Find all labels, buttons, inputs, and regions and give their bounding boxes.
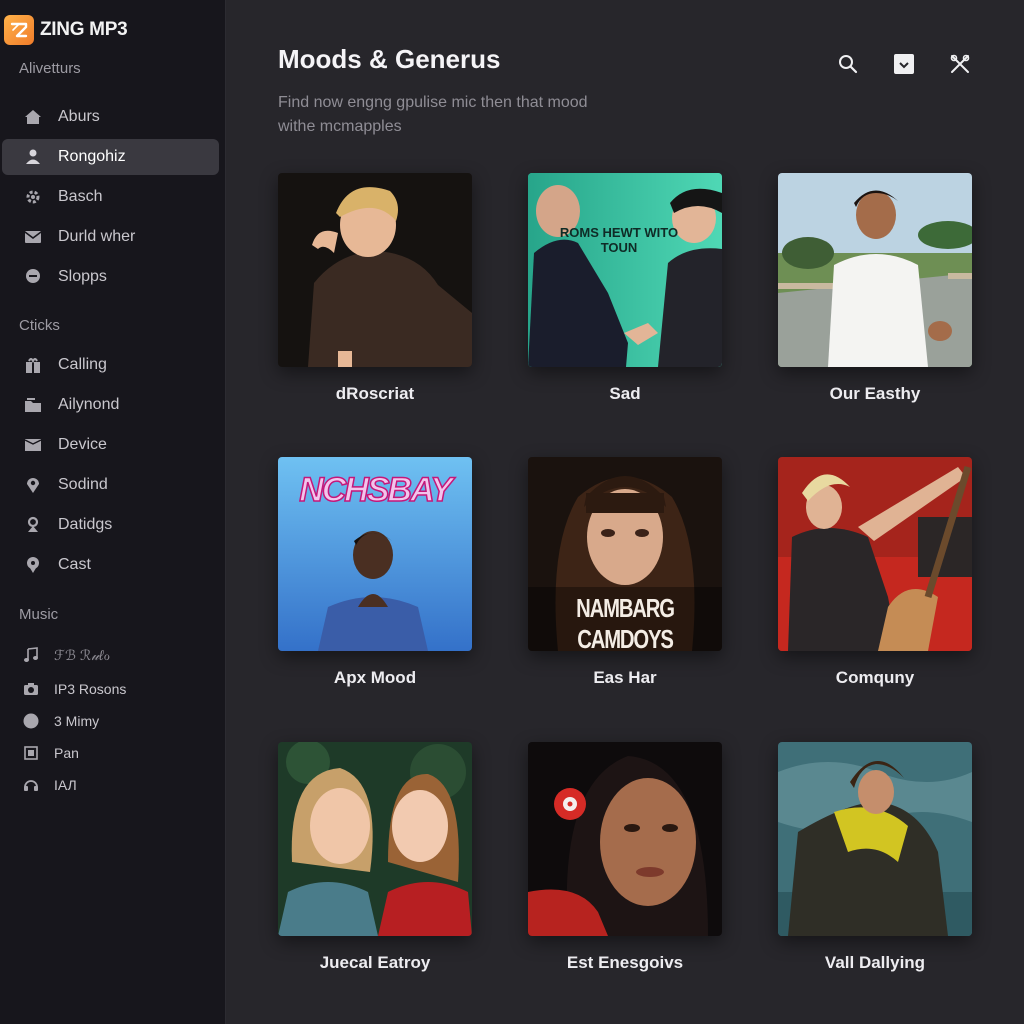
page-title: Moods & Generus	[278, 44, 501, 74]
sidebar-item-label: Basch	[58, 188, 103, 205]
sidebar-item-label: Cast	[58, 556, 91, 573]
card-caption: Comquny	[835, 668, 915, 687]
location-pin-icon	[22, 474, 44, 496]
subtitle-line-2: withe mcmapples	[278, 118, 402, 135]
card-caption: Vall Dallying	[824, 953, 926, 972]
card-artwork	[278, 742, 472, 936]
card-caption: Est Enesgoivs	[566, 953, 684, 972]
card-artwork: ROMS HEWT WITO TOUN	[528, 173, 722, 367]
sidebar-item-ailynond[interactable]: Ailynond	[2, 387, 219, 423]
sidebar-item-music-1[interactable]: ℱℬ ℛ𝓊ℓℴ	[2, 641, 219, 669]
sidebar-item-rongohiz[interactable]: Rongohiz	[2, 139, 219, 175]
sidebar-item-durld-wher[interactable]: Durld wher	[2, 219, 219, 255]
sidebar-item-label: 3 Mimy	[54, 713, 100, 729]
sidebar-item-label: Pan	[54, 745, 79, 761]
chat-icon	[22, 266, 44, 288]
sidebar-item-label: Datidgs	[58, 516, 113, 533]
sidebar-item-label: ІАЛ	[54, 777, 77, 793]
card-artwork	[528, 742, 722, 936]
card-caption: Our Easthy	[829, 384, 921, 403]
sidebar-item-device[interactable]: Device	[2, 427, 219, 463]
card-caption: Eas Har	[593, 668, 657, 687]
card-caption: dRoscriat	[335, 384, 415, 403]
music-note-icon	[22, 646, 40, 664]
sidebar-item-pan[interactable]: Pan	[2, 739, 219, 767]
sidebar-item-aburs[interactable]: Aburs	[2, 99, 219, 135]
card-caption: Juecal Eatroy	[319, 953, 431, 972]
pin-icon	[22, 554, 44, 576]
mood-card[interactable]: ROMS HEWT WITO TOUN Sad	[528, 173, 722, 404]
sidebar-item-datidgs[interactable]: Datidgs	[2, 507, 219, 543]
section-label-2: Cticks	[19, 317, 60, 334]
logo-icon	[4, 15, 34, 45]
user-pin-icon	[22, 514, 44, 536]
inbox-icon	[894, 54, 914, 74]
sidebar-item-label: Device	[58, 436, 107, 453]
mood-card[interactable]: NCHSBAY Apx Mood	[278, 457, 472, 688]
camera-icon	[22, 680, 40, 698]
search-icon	[839, 55, 858, 74]
search-button[interactable]	[834, 50, 862, 78]
sidebar-item-sodind[interactable]: Sodind	[2, 467, 219, 503]
headset-icon	[22, 776, 40, 794]
home-icon	[22, 106, 44, 128]
card-artwork	[778, 742, 972, 936]
card-artwork	[778, 457, 972, 651]
circle-icon	[22, 712, 40, 730]
card-artwork: NCHSBAY	[278, 457, 472, 651]
section-label-1: Alivetturs	[19, 60, 81, 77]
card-artwork	[278, 173, 472, 367]
mood-card[interactable]: Vall Dallying	[778, 742, 972, 973]
gift-icon	[22, 354, 44, 376]
card-artwork	[778, 173, 972, 367]
sidebar-item-label: Rongohiz	[58, 148, 126, 165]
card-art-text: ROMS HEWT WITO TOUN	[559, 225, 679, 255]
sidebar-item-label: Ailynond	[58, 396, 120, 413]
person-icon	[22, 146, 44, 168]
mood-card[interactable]: Comquny	[778, 457, 972, 688]
sidebar-item-cast[interactable]: Cast	[2, 547, 219, 583]
mood-card[interactable]: Est Enesgoivs	[528, 742, 722, 973]
card-caption: Sad	[609, 384, 641, 403]
sidebar-item-ip3-rosons[interactable]: IP3 Rosons	[2, 675, 219, 703]
folder-icon	[22, 394, 44, 416]
sidebar-item-basch[interactable]: Basch	[2, 179, 219, 215]
sidebar-item-label: IP3 Rosons	[54, 681, 127, 697]
sidebar-item-ian[interactable]: ІАЛ	[2, 771, 219, 799]
sidebar-item-3-mimy[interactable]: 3 Mimy	[2, 707, 219, 735]
sidebar-item-calling[interactable]: Calling	[2, 347, 219, 383]
grid-icon	[22, 744, 40, 762]
sidebar-item-slopps[interactable]: Slopрs	[2, 259, 219, 295]
mail-icon	[22, 226, 44, 248]
envelope-icon	[22, 434, 44, 456]
gear-icon	[22, 186, 44, 208]
sidebar: ZING MP3 Alivetturs Aburs Rongohiz Basch…	[0, 0, 226, 1024]
sidebar-item-label: Durld wher	[58, 228, 136, 245]
mood-card[interactable]: Our Easthy	[778, 173, 972, 404]
subtitle-line-1: Find now engng gpulise mic then that moo…	[278, 94, 588, 111]
sidebar-item-label: Sodind	[58, 476, 108, 493]
app-logo[interactable]: ZING MP3	[4, 14, 128, 46]
app-name: ZING MP3	[40, 19, 128, 40]
card-artwork: NAMBARG CAMDOYS	[528, 457, 722, 651]
card-art-text: NCHSBAY	[298, 470, 453, 510]
tools-button[interactable]	[946, 50, 974, 78]
inbox-button[interactable]	[890, 50, 918, 78]
sidebar-item-label: Calling	[58, 356, 107, 373]
sidebar-item-label: ℱℬ ℛ𝓊ℓℴ	[54, 646, 110, 663]
card-caption: Apx Mood	[333, 668, 417, 687]
mood-card[interactable]: NAMBARG CAMDOYS Eas Har	[528, 457, 722, 688]
card-art-text: NAMBARG CAMDOYS	[576, 593, 675, 651]
section-label-3: Music	[19, 606, 59, 623]
sidebar-item-label: Slopрs	[58, 268, 107, 285]
mood-card[interactable]: dRoscriat	[278, 173, 472, 404]
sidebar-item-label: Aburs	[58, 108, 100, 125]
tools-icon	[950, 54, 970, 73]
mood-card[interactable]: Juecal Eatroy	[278, 742, 472, 973]
page-subtitle: Find now engng gpulise mic then that moo…	[278, 91, 698, 139]
